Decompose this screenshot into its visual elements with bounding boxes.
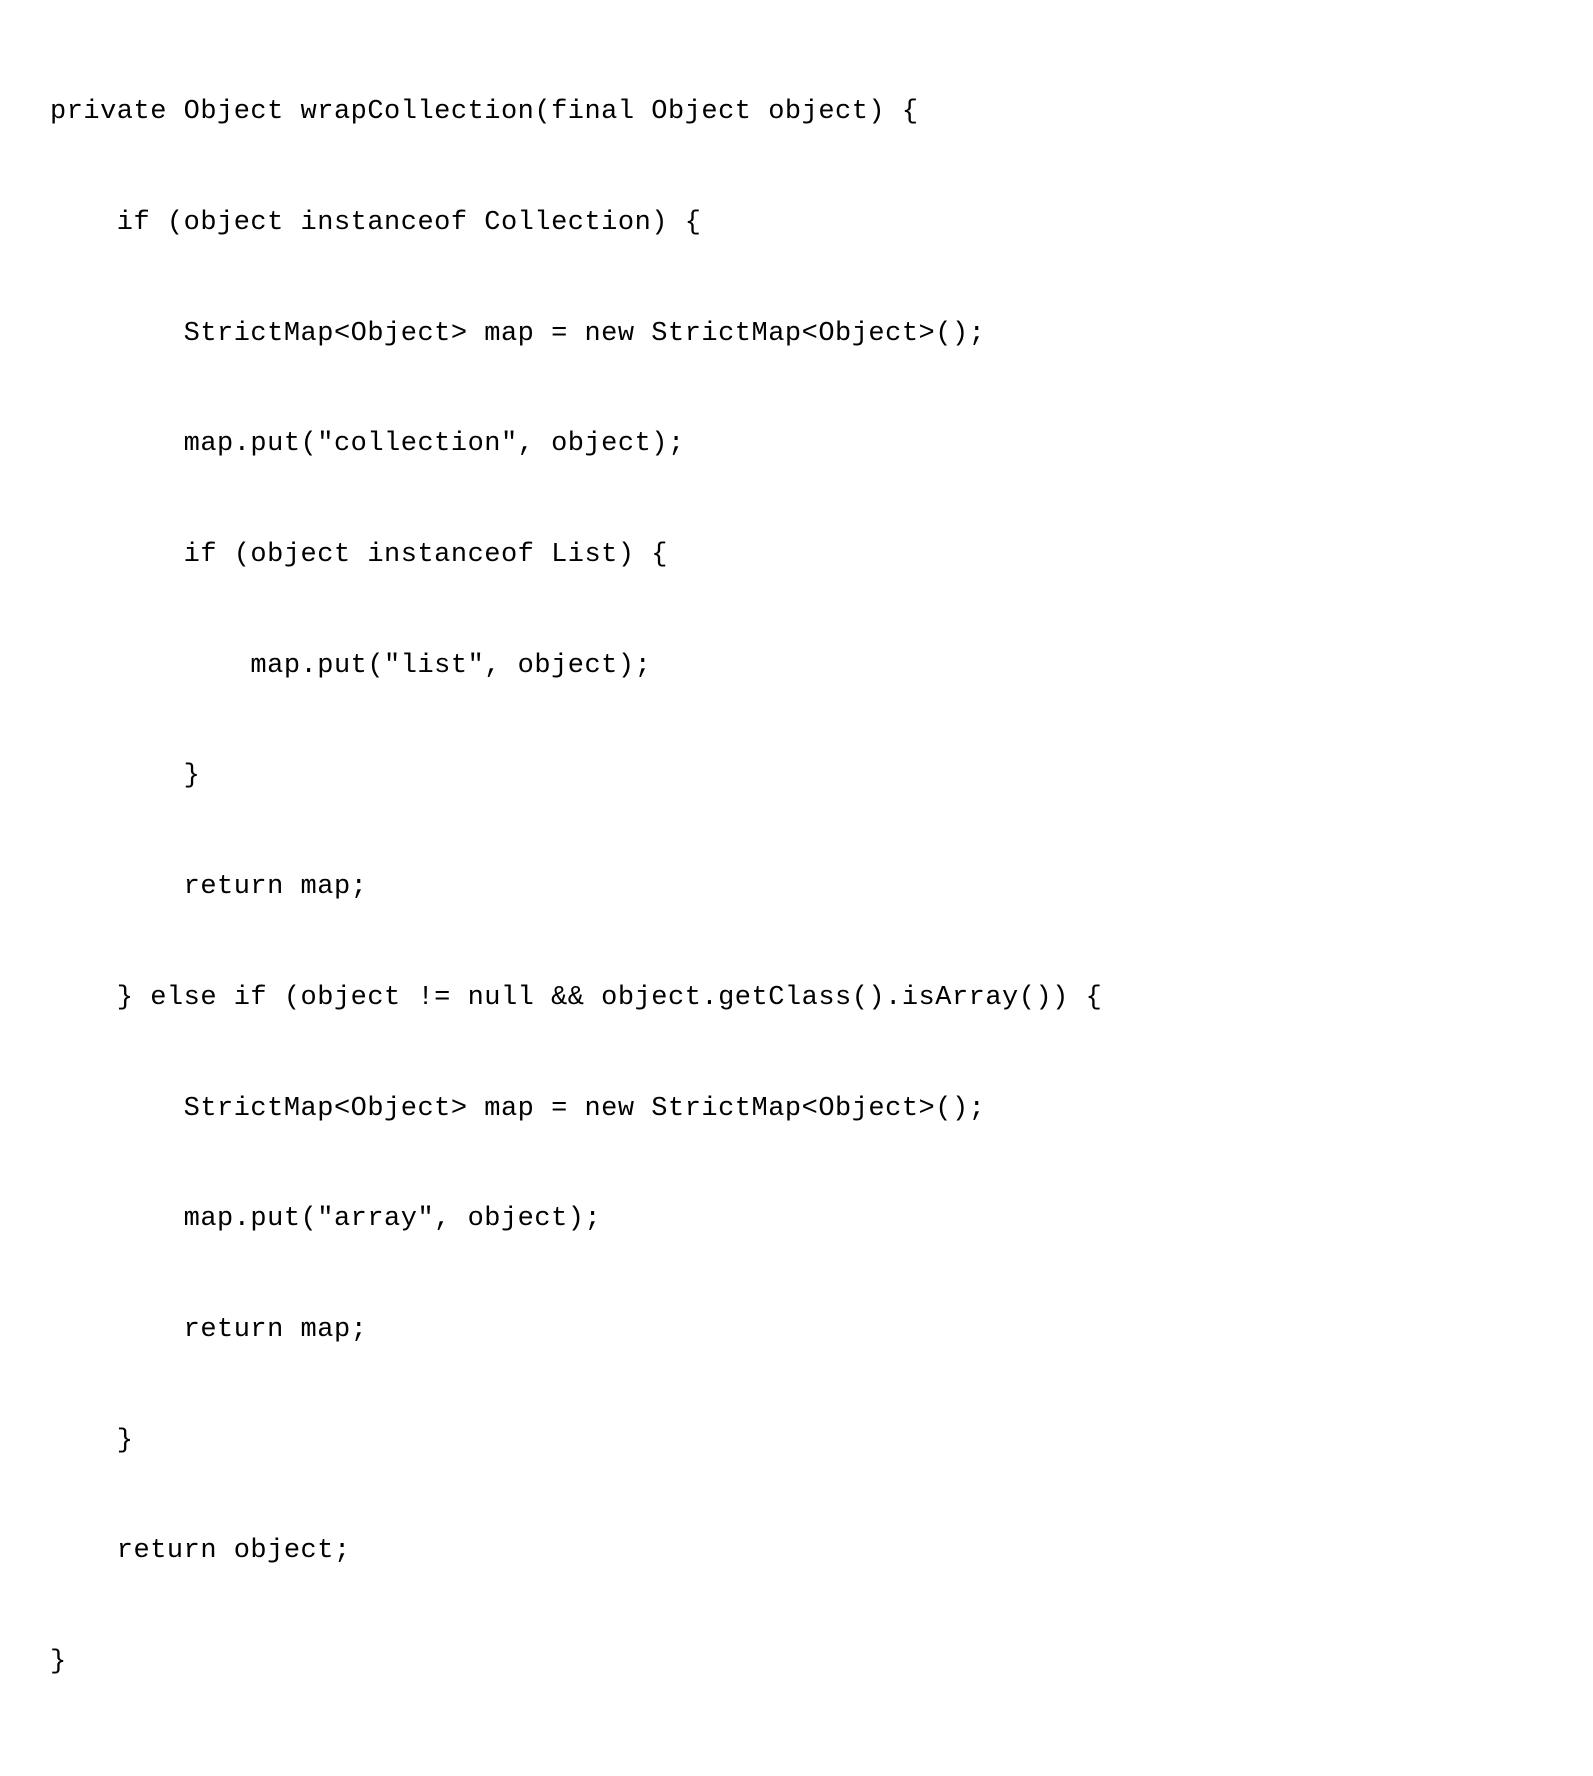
code-line: return map; <box>50 1303 1543 1358</box>
code-line: map.put("list", object); <box>50 639 1543 694</box>
code-line: if (object instanceof List) { <box>50 528 1543 583</box>
code-line: map.put("array", object); <box>50 1192 1543 1247</box>
code-line: } else if (object != null && object.getC… <box>50 971 1543 1026</box>
code-block: private Object wrapCollection(final Obje… <box>50 30 1543 1746</box>
code-line: return map; <box>50 860 1543 915</box>
code-line: } <box>50 749 1543 804</box>
code-line: return object; <box>50 1524 1543 1579</box>
code-line: } <box>50 1414 1543 1469</box>
code-line: private Object wrapCollection(final Obje… <box>50 85 1543 140</box>
code-line: if (object instanceof Collection) { <box>50 196 1543 251</box>
code-line: StrictMap<Object> map = new StrictMap<Ob… <box>50 307 1543 362</box>
code-line: map.put("collection", object); <box>50 417 1543 472</box>
code-line: } <box>50 1635 1543 1690</box>
code-line: StrictMap<Object> map = new StrictMap<Ob… <box>50 1082 1543 1137</box>
